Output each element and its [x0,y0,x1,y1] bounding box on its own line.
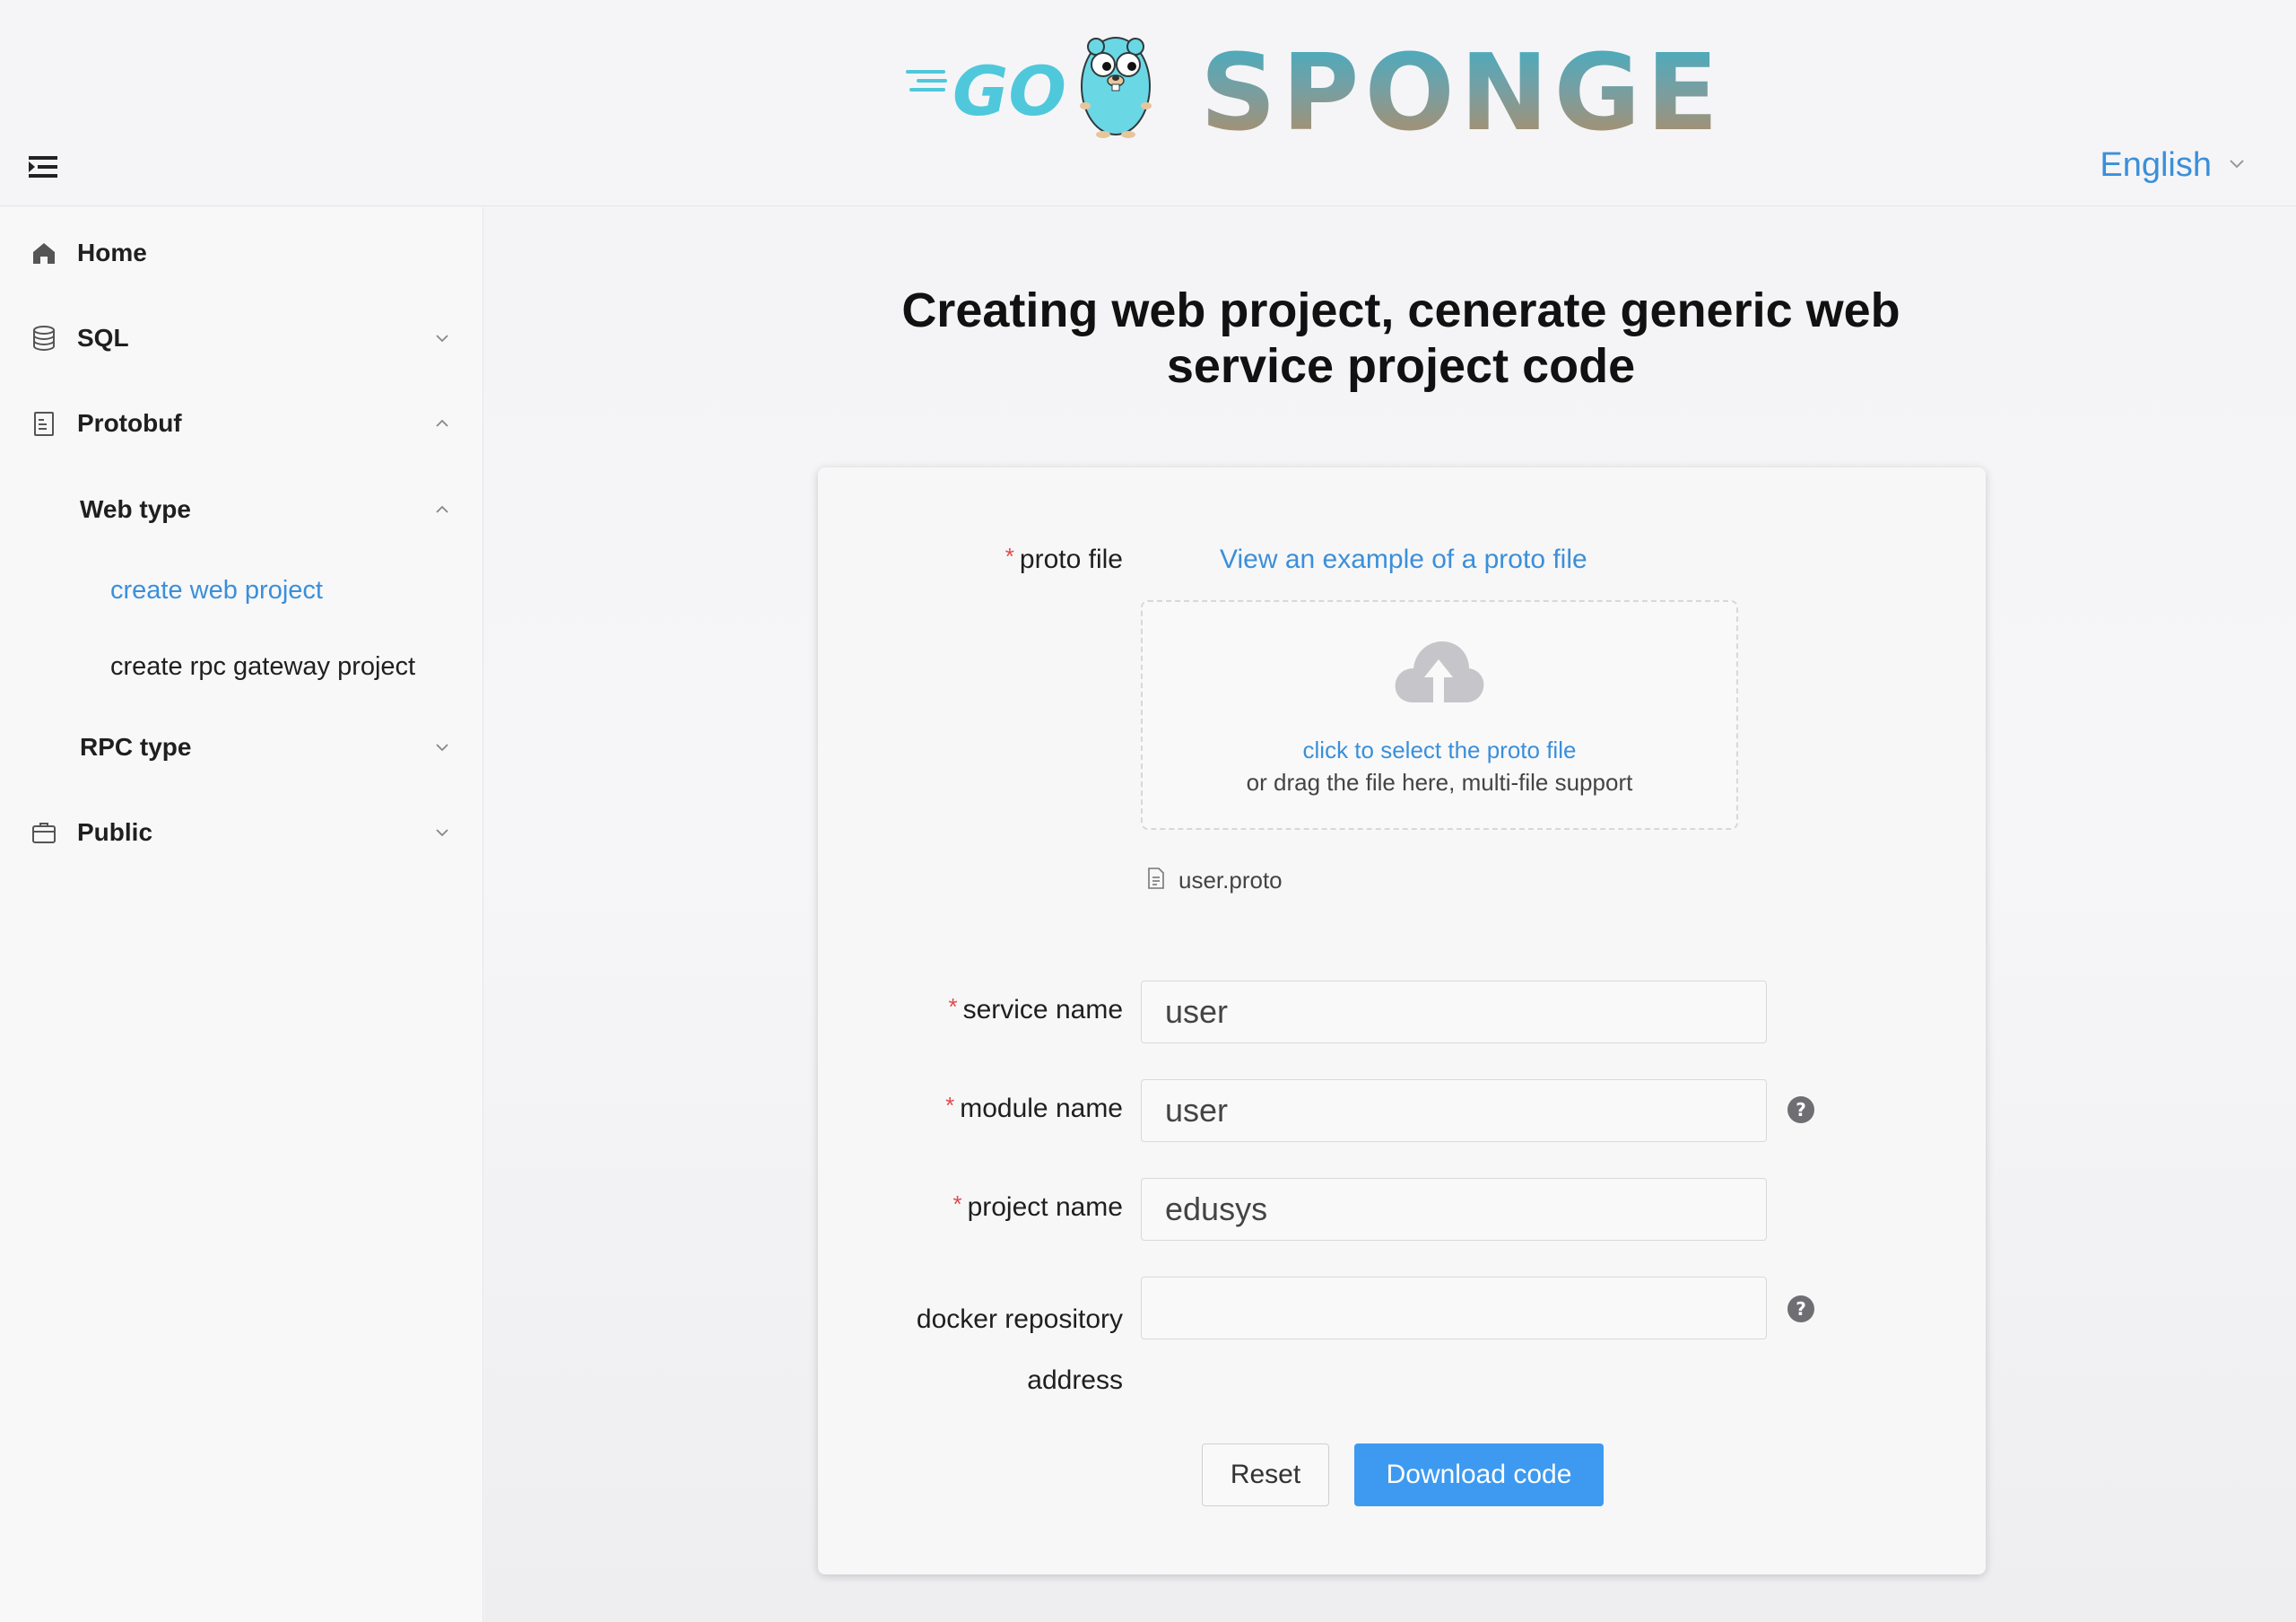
sidebar-nav: Home SQL Protobuf Web type create web pr… [0,207,483,1622]
menu-fold-icon[interactable] [27,151,59,183]
top-header: GO SPONGE English [0,0,2296,206]
sidebar-item-web-type[interactable]: Web type [0,477,483,542]
go-logo-text: GO [952,51,1066,131]
file-icon [1146,867,1166,894]
briefcase-icon [30,819,57,846]
proto-example-link[interactable]: View an example of a proto file [1220,545,1587,575]
docker-repository-input[interactable] [1141,1277,1767,1339]
required-mark: * [945,1092,955,1119]
module-name-label-text: module name [960,1094,1123,1123]
sidebar-item-label: Home [77,239,147,266]
reset-button[interactable]: Reset [1202,1443,1329,1506]
chevron-down-icon [2228,154,2246,177]
download-code-button[interactable]: Download code [1354,1443,1604,1506]
language-label: English [2100,145,2212,184]
project-name-input[interactable]: edusys [1141,1178,1767,1241]
question-circle-icon[interactable]: ? [1787,1095,1815,1124]
svg-text:?: ? [1796,1298,1806,1320]
proto-file-label-text: proto file [1019,545,1123,574]
sidebar-item-create-rpc-gateway-project[interactable]: create rpc gateway project [0,634,483,699]
required-mark: * [952,1190,962,1217]
docker-label-line1: docker repository [916,1304,1123,1334]
page-title: Creating web project, cenerate generic w… [901,283,1900,393]
project-name-label-text: project name [967,1192,1123,1222]
sponge-logo-text: SPONGE [1200,31,1724,148]
module-name-input[interactable]: user [1141,1079,1767,1142]
document-icon [30,410,57,437]
project-form-card: * proto file View an example of a proto f… [818,467,1986,1574]
sidebar-item-label: Web type [80,495,191,523]
chevron-up-icon [434,501,450,518]
sponge-logo: GO SPONGE [904,27,1747,154]
database-icon [30,325,57,352]
uploaded-file-item[interactable]: user.proto [1146,862,1283,898]
sidebar-item-label: create rpc gateway project [110,651,416,681]
docker-label-line2: address [1027,1365,1123,1395]
sidebar-item-home[interactable]: Home [0,221,483,285]
proto-file-label: * proto file [1005,543,1123,575]
sidebar-item-label: create web project [110,575,323,605]
svg-text:?: ? [1796,1099,1806,1121]
chevron-down-icon [434,739,450,755]
project-name-label: * project name [952,1190,1123,1223]
chevron-up-icon [434,415,450,432]
cloud-upload-icon [1392,636,1485,708]
module-name-label: * module name [945,1092,1123,1124]
docker-repository-label: docker repository address [917,1289,1123,1411]
dropzone-hint: or drag the file here, multi-file suppor… [1246,769,1633,796]
sidebar-item-label: Protobuf [77,409,182,437]
sidebar-item-create-web-project[interactable]: create web project [0,558,483,623]
gopher-mascot-icon [1080,37,1152,138]
main-content: Creating web project, cenerate generic w… [484,207,2296,1622]
select-proto-file-link[interactable]: click to select the proto file [1143,737,1736,764]
language-select[interactable]: English [2100,144,2246,187]
sidebar-item-label: RPC type [80,733,192,761]
service-name-label: * service name [948,993,1123,1025]
service-name-input[interactable]: user [1141,981,1767,1043]
sidebar-item-protobuf[interactable]: Protobuf [0,391,483,456]
sidebar-item-sql[interactable]: SQL [0,306,483,371]
sidebar-item-rpc-type[interactable]: RPC type [0,715,483,780]
question-circle-icon[interactable]: ? [1787,1295,1815,1323]
sidebar-item-label: Public [77,818,153,846]
chevron-down-icon [434,824,450,841]
sidebar-item-label: SQL [77,324,129,352]
chevron-down-icon [434,330,450,346]
required-mark: * [948,993,958,1020]
sidebar-item-public[interactable]: Public [0,800,483,865]
home-icon [30,240,57,266]
uploaded-file-name: user.proto [1178,866,1283,894]
required-mark: * [1004,543,1014,570]
proto-file-dropzone[interactable]: click to select the proto file or drag t… [1141,600,1738,830]
service-name-label-text: service name [962,995,1123,1025]
